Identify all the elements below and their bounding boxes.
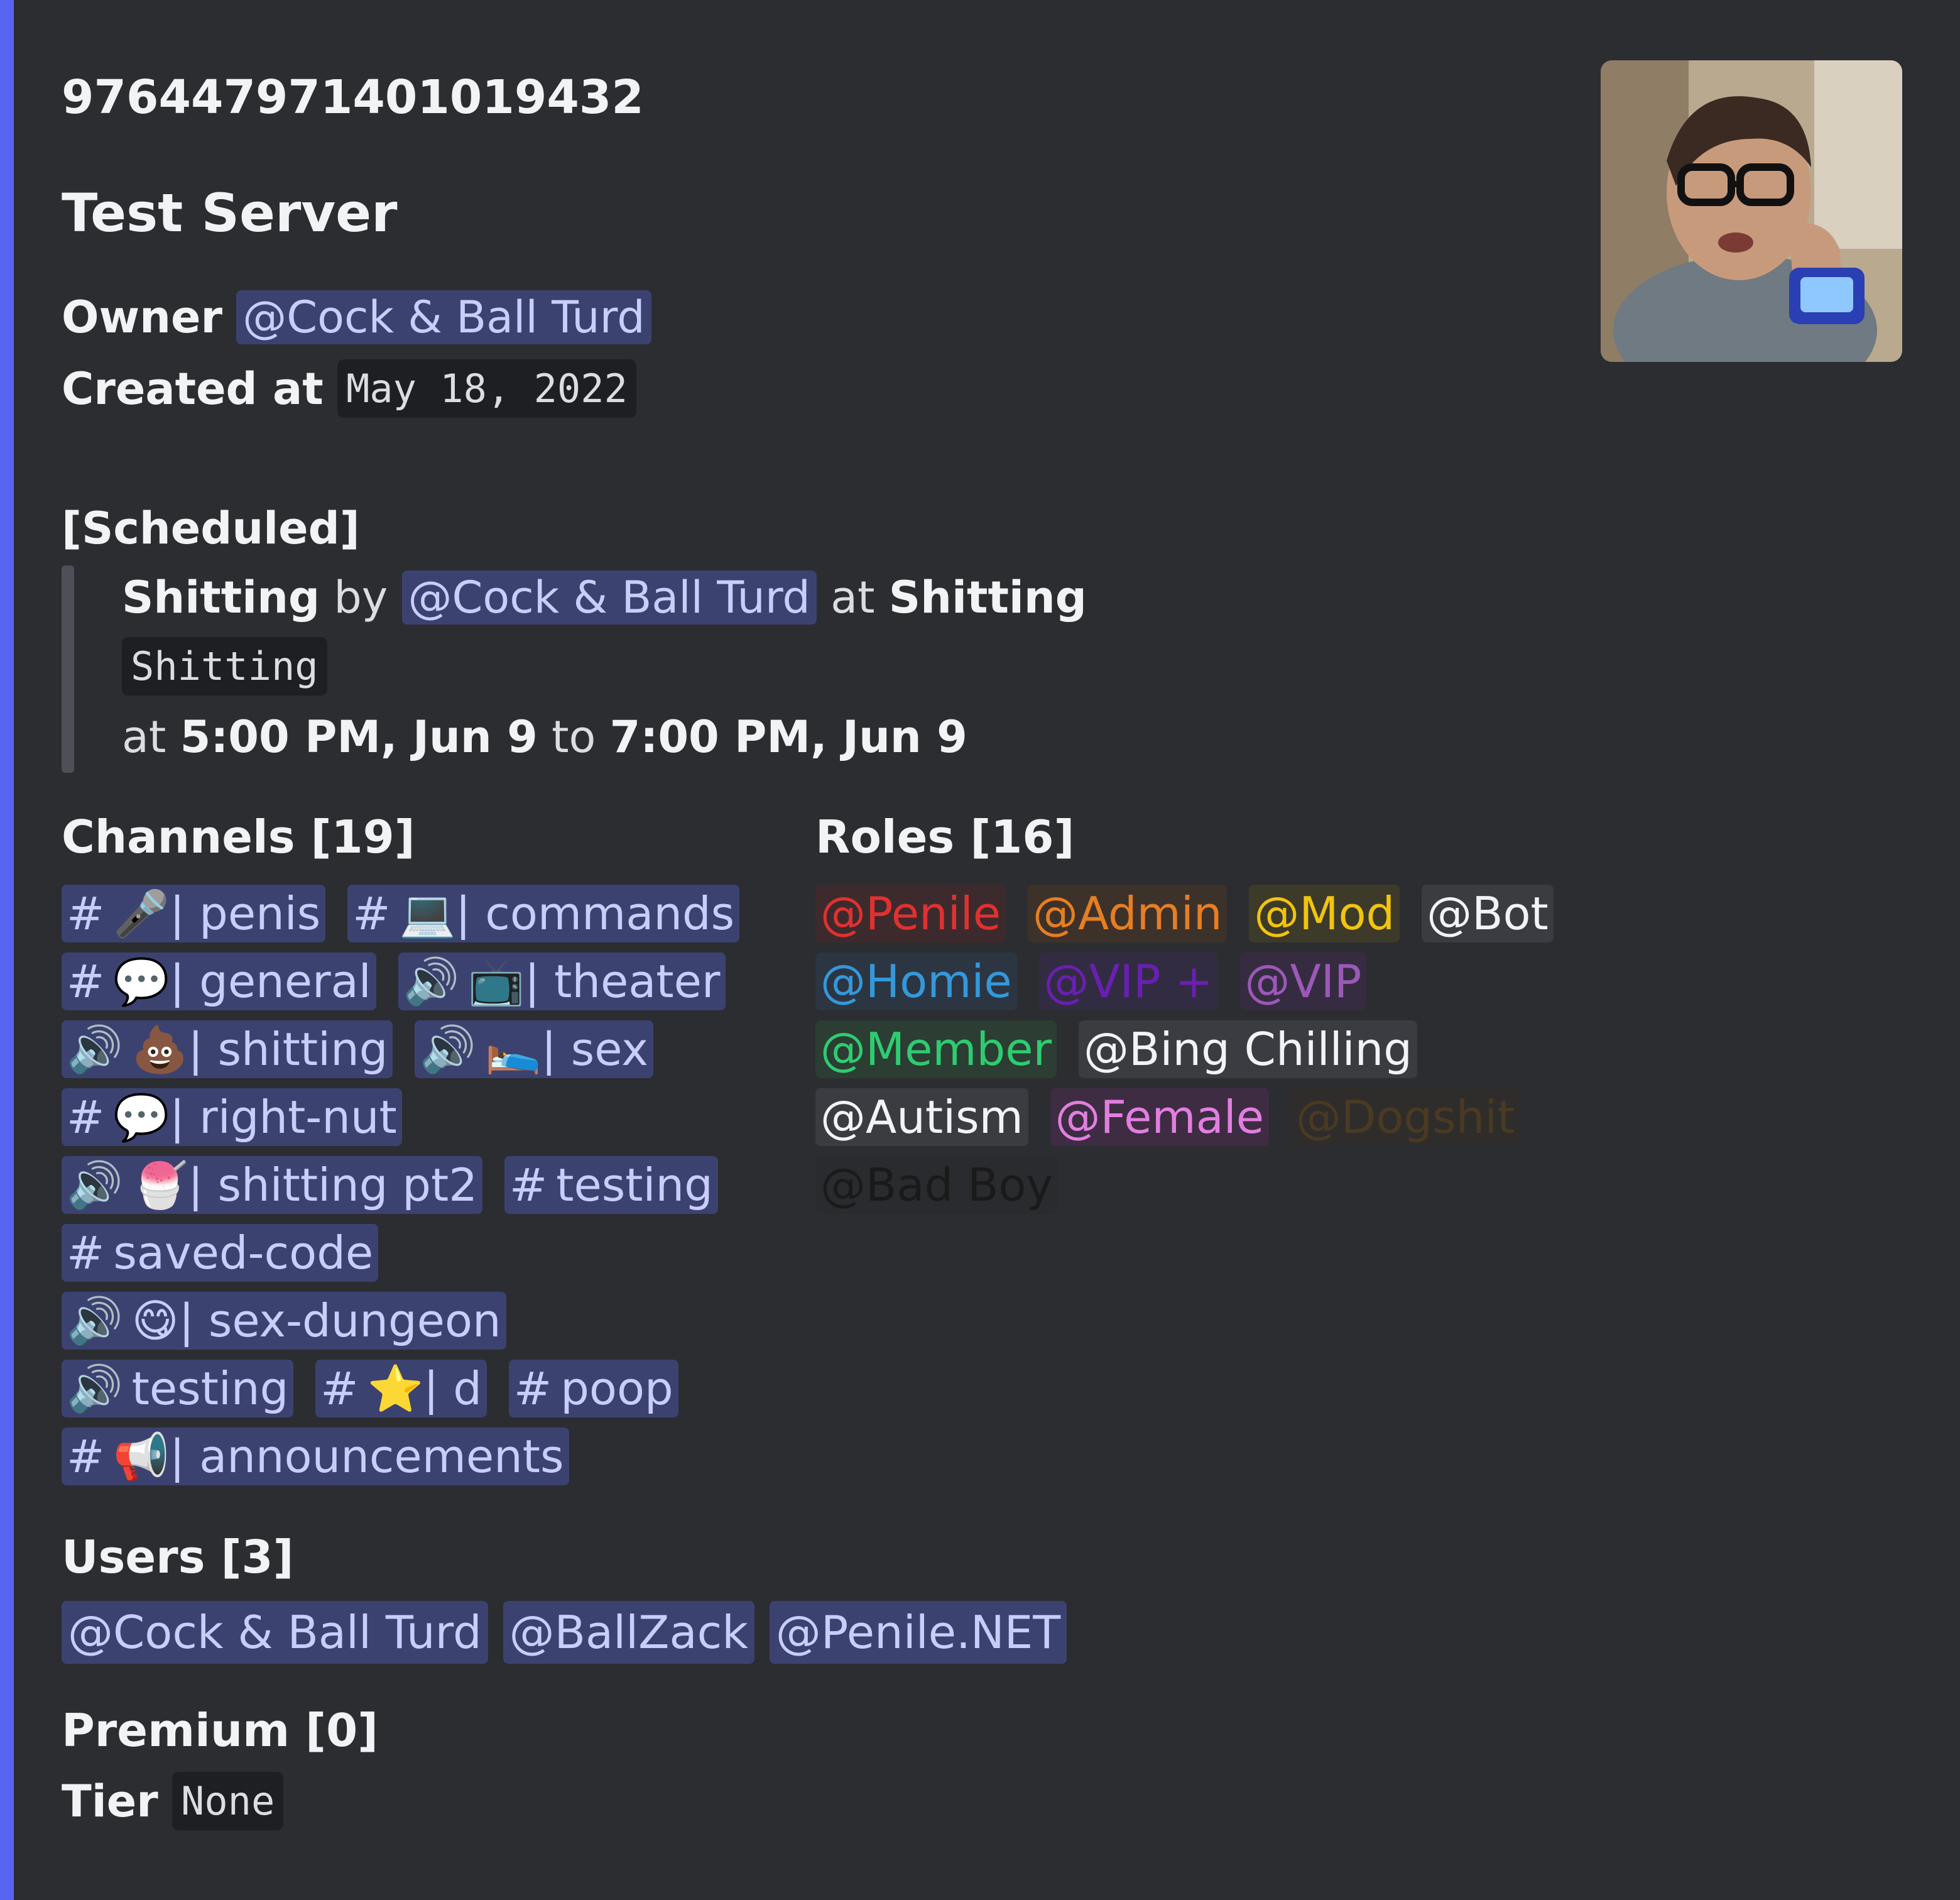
channel-mention[interactable]: # 🎤| penis <box>62 885 326 942</box>
scheduled-event-line: Shitting by @Cock & Ball Turd at Shittin… <box>122 571 1087 625</box>
channel-name: 💬| general <box>113 955 371 1008</box>
voice-channel-icon: 🔊 <box>67 1159 123 1211</box>
created-line: Created at May 18, 2022 <box>62 359 636 418</box>
channel-mention[interactable]: 🔊 🛌| sex <box>415 1020 653 1078</box>
user-mention[interactable]: @BallZack <box>503 1601 754 1664</box>
text-channel-icon: # <box>320 1362 359 1415</box>
voice-channel-icon: 🔊 <box>403 955 460 1008</box>
premium-heading: Premium [0] <box>62 1704 379 1757</box>
role-mention[interactable]: @Member <box>815 1020 1057 1078</box>
event-name: Shitting <box>122 572 320 623</box>
channels-list: # 🎤| penis # 💻| commands # 💬| general 🔊 📺| t… <box>62 880 753 1490</box>
channel-mention[interactable]: 🔊 💩| shitting <box>62 1020 393 1078</box>
scheduled-heading: [Scheduled] <box>62 503 360 554</box>
event-start: 5:00 PM, Jun 9 <box>180 711 538 763</box>
voice-channel-icon: 🔊 <box>67 1023 123 1076</box>
server-name: Test Server <box>62 182 398 244</box>
channel-mention[interactable]: 🔊 😋| sex-dungeon <box>62 1292 506 1350</box>
channel-name: testing <box>131 1362 289 1415</box>
roles-list: @Penile @Admin @Mod @Bot @Homie @VIP + @… <box>815 880 1569 1219</box>
role-mention[interactable]: @VIP <box>1239 953 1367 1010</box>
channel-name: 🍧| shitting pt2 <box>131 1159 478 1211</box>
owner-line: Owner @Cock & Ball Turd <box>62 290 651 344</box>
role-mention[interactable]: @Admin <box>1027 885 1228 942</box>
tier-value: None <box>172 1772 284 1830</box>
voice-channel-icon: 🔊 <box>67 1362 123 1415</box>
channel-name: 📢| announcements <box>113 1430 564 1483</box>
text-channel-icon: # <box>67 1430 105 1483</box>
role-mention[interactable]: @Dogshit <box>1290 1088 1520 1146</box>
channel-mention[interactable]: # saved-code <box>62 1224 379 1282</box>
scheduled-description-line: Shitting <box>122 637 327 696</box>
channel-mention[interactable]: # 💻| commands <box>347 885 740 942</box>
channel-mention[interactable]: # 💬| right-nut <box>62 1088 402 1146</box>
server-info-embed: 976447971401019432 Test Server Owner @Co… <box>0 0 1960 1900</box>
channels-heading: Channels [19] <box>62 811 415 863</box>
scheduled-time-line: at 5:00 PM, Jun 9 to 7:00 PM, Jun 9 <box>122 711 967 763</box>
event-location: Shitting <box>888 572 1087 623</box>
voice-channel-icon: 🔊 <box>420 1023 476 1076</box>
channel-name: 💩| shitting <box>131 1023 388 1076</box>
channel-name: 😋| sex-dungeon <box>131 1294 501 1347</box>
user-mention[interactable]: @Penile.NET <box>769 1601 1067 1664</box>
channel-name: 🛌| sex <box>484 1023 648 1076</box>
owner-label: Owner <box>62 292 223 343</box>
channel-name: ⭐| d <box>367 1362 482 1415</box>
channel-name: 🎤| penis <box>113 887 321 940</box>
event-at: at <box>830 572 875 623</box>
scheduled-heading-line: [Scheduled] <box>62 503 360 554</box>
role-mention[interactable]: @Mod <box>1249 885 1400 942</box>
text-channel-icon: # <box>67 1091 105 1144</box>
channel-mention[interactable]: # testing <box>504 1156 718 1214</box>
server-icon-thumbnail[interactable] <box>1601 60 1902 362</box>
text-channel-icon: # <box>352 887 391 940</box>
time-to: to <box>552 711 596 763</box>
users-heading: Users [3] <box>62 1531 294 1583</box>
channel-name: testing <box>556 1159 713 1211</box>
text-channel-icon: # <box>513 1362 552 1415</box>
created-date: May 18, 2022 <box>337 359 636 418</box>
channel-name: 📺| theater <box>468 955 721 1008</box>
event-description: Shitting <box>122 637 327 696</box>
channel-name: poop <box>560 1362 673 1415</box>
channel-name: saved-code <box>113 1226 374 1279</box>
roles-heading: Roles [16] <box>815 811 1075 863</box>
embed-accent-bar <box>0 0 14 1900</box>
role-mention[interactable]: @Homie <box>815 953 1017 1010</box>
role-mention[interactable]: @Bing Chilling <box>1079 1020 1417 1078</box>
quote-bar <box>62 565 74 773</box>
channel-name: 💬| right-nut <box>113 1091 397 1144</box>
text-channel-icon: # <box>67 1226 105 1279</box>
role-mention[interactable]: @Female <box>1050 1088 1270 1146</box>
voice-channel-icon: 🔊 <box>67 1294 123 1347</box>
text-channel-icon: # <box>67 955 105 1008</box>
channel-mention[interactable]: 🔊 🍧| shitting pt2 <box>62 1156 483 1214</box>
channel-mention[interactable]: # poop <box>508 1360 678 1417</box>
user-mention[interactable]: @Cock & Ball Turd <box>62 1601 488 1664</box>
time-prefix: at <box>122 711 166 763</box>
text-channel-icon: # <box>509 1159 548 1211</box>
text-channel-icon: # <box>67 887 105 940</box>
event-by: by <box>334 572 388 623</box>
role-mention[interactable]: @VIP + <box>1038 953 1218 1010</box>
server-id: 976447971401019432 <box>62 70 644 124</box>
owner-mention[interactable]: @Cock & Ball Turd <box>236 290 651 344</box>
channel-mention[interactable]: # ⭐| d <box>315 1360 487 1417</box>
role-mention[interactable]: @Penile <box>815 885 1006 942</box>
channel-mention[interactable]: # 💬| general <box>62 953 376 1010</box>
created-label: Created at <box>62 363 324 415</box>
event-organizer-mention[interactable]: @Cock & Ball Turd <box>401 571 817 625</box>
tier-label: Tier <box>62 1775 158 1827</box>
role-mention[interactable]: @Bot <box>1422 885 1554 942</box>
channel-mention[interactable]: # 📢| announcements <box>62 1428 569 1485</box>
channel-mention[interactable]: 🔊 testing <box>62 1360 294 1417</box>
role-mention[interactable]: @Bad Boy <box>815 1156 1059 1214</box>
users-list: @Cock & Ball Turd @BallZack @Penile.NET <box>62 1601 1067 1664</box>
event-end: 7:00 PM, Jun 9 <box>609 711 967 763</box>
role-mention[interactable]: @Autism <box>815 1088 1028 1146</box>
tier-line: Tier None <box>62 1772 284 1830</box>
channel-mention[interactable]: 🔊 📺| theater <box>398 953 726 1010</box>
channel-name: 💻| commands <box>399 887 735 940</box>
